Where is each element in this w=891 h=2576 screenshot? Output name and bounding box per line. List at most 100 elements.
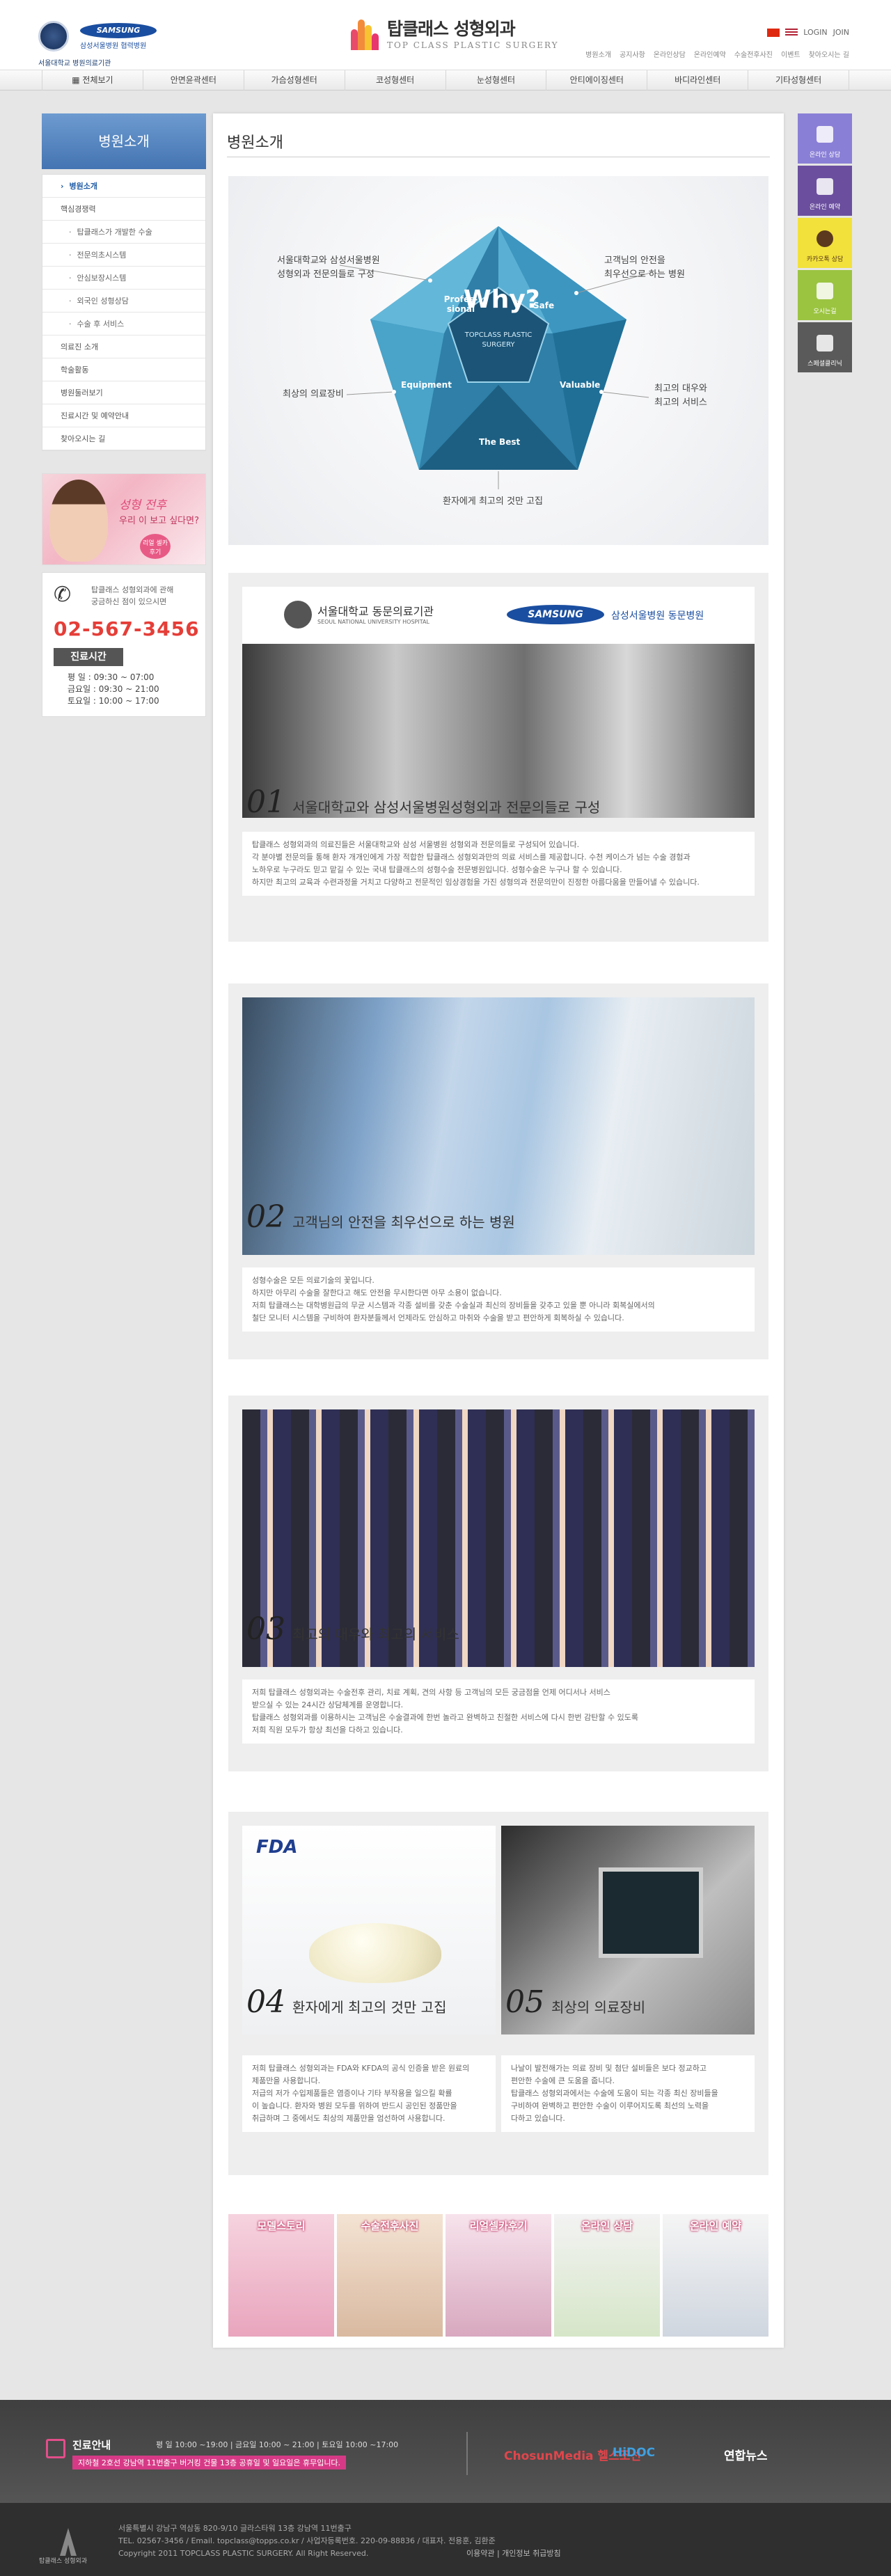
- gnb-item-bodyline[interactable]: 바디라인센터: [647, 70, 749, 90]
- contact-box: ✆ 탑클래스 성형외과에 관해 궁금하신 점이 있으시면 02-567-3456…: [42, 572, 206, 717]
- hours-title: 진료시간: [54, 648, 123, 666]
- login-link[interactable]: LOGIN: [803, 28, 827, 37]
- snu-seal-icon: [38, 21, 69, 52]
- lnb-item[interactable]: 학술활동: [42, 358, 205, 381]
- banner-model-story[interactable]: 모델스토리: [228, 2214, 334, 2337]
- banner-before-after[interactable]: 수술전후사진: [337, 2214, 443, 2337]
- section-service: 03 최고의 대우와 최고의 서비스 저희 탑클래스 성형외과는 수술전후 관리…: [228, 1396, 768, 1771]
- phone-icon: ✆: [54, 583, 72, 607]
- calendar-icon: [817, 178, 833, 195]
- samsung-logo: SAMSUNG 삼성서울병원 협력병원: [80, 22, 157, 50]
- brand-subtitle: TOP CLASS PLASTIC SURGERY: [387, 40, 559, 50]
- gnb-item-antiaging[interactable]: 안티에이징센터: [546, 70, 648, 90]
- lnb-subitem[interactable]: 외국인 성형상담: [42, 290, 205, 313]
- snu-label: 서울대학교 병원의료기관: [38, 60, 111, 68]
- section-title: 서울대학교와 삼성서울병원성형외과 전문의들로 구성: [292, 799, 601, 816]
- lnb-item[interactable]: 의료진 소개: [42, 335, 205, 358]
- brand-logo[interactable]: 탑클래스 성형외과 TOP CLASS PLASTIC SURGERY: [348, 15, 559, 50]
- page: { "header": { "snu_label": "서울대학교 병원의료기관…: [0, 0, 891, 2576]
- util-link[interactable]: 병원소개: [585, 49, 611, 59]
- footer-links[interactable]: 이용약관 | 개인정보 취급방침: [466, 2547, 561, 2559]
- section-title: 최상의 의료장비: [551, 1999, 646, 2016]
- why-label-top-right: 고객님의 안전을 최우선으로 하는 병원: [604, 255, 685, 280]
- util-link[interactable]: 이벤트: [781, 49, 801, 59]
- top-utility: LOGIN JOIN: [767, 28, 849, 37]
- footer-divider: [466, 2432, 468, 2475]
- review-badge: 리얼 셀카후기: [140, 534, 171, 559]
- quick-directions[interactable]: 오시는길: [798, 270, 852, 320]
- banner-online-reserve[interactable]: 온라인 예약: [663, 2214, 768, 2337]
- section-title: 최고의 대우와 최고의 서비스: [292, 1626, 459, 1643]
- segment-safe: Safe: [533, 301, 555, 310]
- util-link[interactable]: 수술전후사진: [734, 49, 773, 59]
- section-number: 03: [246, 1611, 285, 1647]
- footer-title: 진료안내: [72, 2439, 111, 2451]
- util-link[interactable]: 온라인상담: [654, 49, 686, 59]
- section-title: 고객님의 안전을 최우선으로 하는 병원: [292, 1214, 515, 1231]
- lnb-item[interactable]: 병원둘러보기: [42, 381, 205, 404]
- join-link[interactable]: JOIN: [833, 28, 849, 37]
- gnb-item-other[interactable]: 기타성형센터: [748, 70, 849, 90]
- quick-special-clinic[interactable]: 스페셜클리닉: [798, 322, 852, 372]
- phone-number[interactable]: 02-567-3456: [54, 617, 200, 640]
- site-footer: 진료안내 평 일 10:00 ~19:00 | 금요일 10:00 ~ 21:0…: [0, 2400, 891, 2576]
- lnb-subitem[interactable]: 안심보장시스템: [42, 267, 205, 290]
- gnb-item-breast[interactable]: 가슴성형센터: [244, 70, 345, 90]
- lnb-subitem[interactable]: 수술 후 서비스: [42, 313, 205, 335]
- lnb-subitem[interactable]: 전문의초시스템: [42, 244, 205, 267]
- segment-the-best: The Best: [479, 437, 521, 447]
- gnb-item-nose[interactable]: 코성형센터: [345, 70, 446, 90]
- section-number: 04: [246, 1984, 285, 2020]
- monitor-image: [599, 1867, 703, 1958]
- quick-online-reserve[interactable]: 온라인 예약: [798, 166, 852, 216]
- section-title: 환자에게 최고의 것만 고집: [292, 1999, 447, 2016]
- quick-kakaotalk[interactable]: 카카오톡 상담: [798, 218, 852, 268]
- util-link[interactable]: 온라인예약: [694, 49, 726, 59]
- banner-selfie-review[interactable]: 리얼셀카후기: [446, 2214, 551, 2337]
- footer-logo-icon: [60, 2528, 77, 2556]
- map-pin-icon: [817, 283, 833, 299]
- gnb-item-eye[interactable]: 눈성형센터: [446, 70, 547, 90]
- gnb-item-all[interactable]: ▦ 전체보기: [42, 70, 143, 90]
- segment-professional: Profes-sional: [443, 294, 478, 314]
- chat-icon: [817, 126, 833, 143]
- side-menu: 병원소개 핵심경쟁력 탑클래스가 개발한 수술 전문의초시스템 안심보장시스템 …: [42, 174, 206, 451]
- section-text: 나날이 발전해가는 의료 장비 및 첨단 설비들은 보다 정교하고 편안한 수술…: [501, 2055, 755, 2132]
- brand-mark-icon: [348, 15, 380, 50]
- pentagon-graphic: [339, 226, 654, 489]
- brand-title: 탑클래스 성형외과: [387, 19, 516, 39]
- section-text: 저희 탑클래스 성형외과는 FDA와 KFDA의 공식 인증을 받은 원료의 제…: [242, 2055, 496, 2132]
- why-label-top-left: 서울대학교와 삼성서울병원 성형외과 전문의들로 구성: [277, 255, 380, 280]
- banner-online-consult[interactable]: 온라인 상담: [554, 2214, 660, 2337]
- snu-seal-icon: [284, 601, 312, 629]
- lnb-item[interactable]: 병원소개: [42, 175, 205, 198]
- section-number: 01: [246, 784, 285, 820]
- partner-yonhap[interactable]: 연합뉴스: [724, 2446, 768, 2463]
- section-number: 05: [505, 1984, 544, 2020]
- kakao-talk-icon: [817, 230, 833, 247]
- segment-valuable: Valuable: [560, 380, 601, 390]
- lnb-subitem[interactable]: 탑클래스가 개발한 수술: [42, 221, 205, 244]
- util-link[interactable]: 공지사항: [620, 49, 645, 59]
- quick-online-consult[interactable]: 온라인 상담: [798, 113, 852, 164]
- grid-icon: ▦: [72, 75, 83, 85]
- lnb-item[interactable]: 진료시간 및 예약안내: [42, 404, 205, 427]
- section-text: 성형수술은 모든 의료기술의 꽃입니다. 하지만 아무리 수술을 잘한다고 해도…: [242, 1267, 755, 1332]
- hours-list: 평 일 : 09:30 ~ 07:00 금요일 : 09:30 ~ 21:00 …: [68, 672, 159, 706]
- quick-menu: 온라인 상담 온라인 예약 카카오톡 상담 오시는길 스페셜클리닉: [798, 113, 852, 374]
- china-flag-icon[interactable]: [767, 28, 780, 37]
- lnb-item[interactable]: 찾아오시는 길: [42, 427, 205, 450]
- section-specialists: 서울대학교 동문의료기관 SEOUL NATIONAL UNIVERSITY H…: [228, 573, 768, 942]
- samsung-logo: SAMSUNG: [507, 605, 604, 624]
- segment-equipment: Equipment: [401, 380, 452, 390]
- util-link[interactable]: 찾아오시는 길: [809, 49, 849, 59]
- section-safety: 02 고객님의 안전을 최우선으로 하는 병원 성형수술은 모든 의료기술의 꽃…: [228, 983, 768, 1359]
- lnb-item[interactable]: 핵심경쟁력: [42, 198, 205, 221]
- partner-logos[interactable]: SAMSUNG 삼성서울병원 협력병원 서울대학교 병원의료기관: [38, 21, 157, 68]
- footer-notice: 지하철 2호선 강남역 11번출구 버거킹 건물 13층 공휴일 및 일요일은 …: [72, 2456, 347, 2470]
- selfie-review-banner[interactable]: 성형 전후 우리 이 보고 싶다면? 리얼 셀카후기: [42, 473, 206, 565]
- gnb-item-facial-contour[interactable]: 안면윤곽센터: [143, 70, 244, 90]
- partner-hidoc[interactable]: HiDOC: [613, 2446, 655, 2460]
- us-flag-icon[interactable]: [785, 28, 798, 37]
- model-photo: [49, 480, 108, 562]
